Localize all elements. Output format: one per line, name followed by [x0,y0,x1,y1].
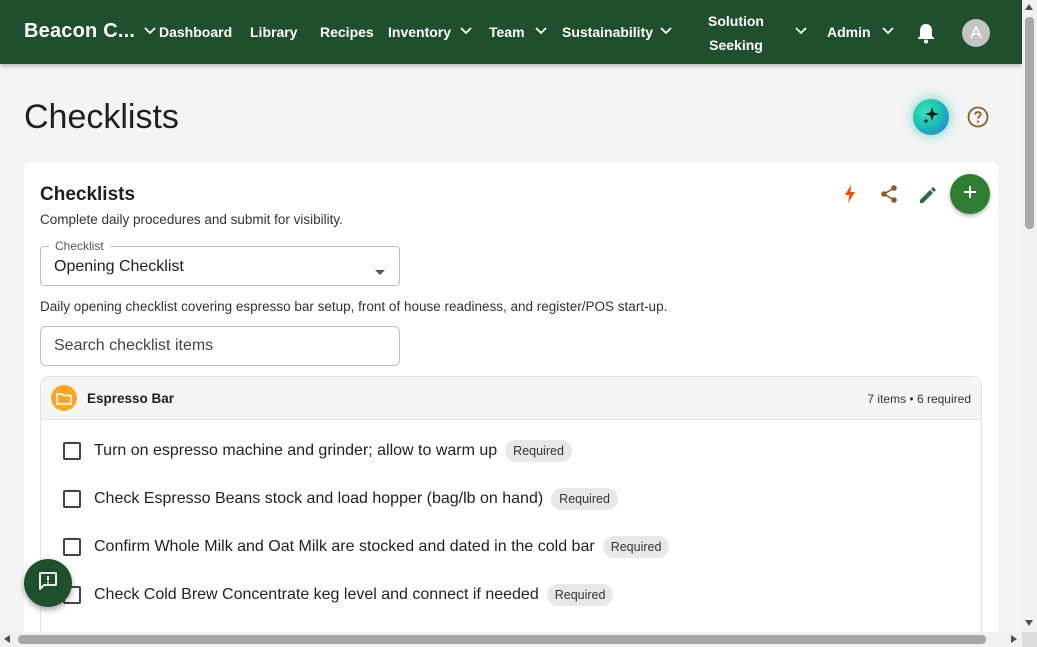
item-text: Turn on espresso machine and grinder; al… [94,442,498,459]
card-title: Checklists [40,184,136,205]
nav-dashboard[interactable]: Dashboard [159,24,232,40]
plus-icon [962,184,978,205]
item-text: Confirm Whole Milk and Oat Milk are stoc… [94,538,595,555]
nav-library[interactable]: Library [250,24,297,40]
checklist-description: Daily opening checklist covering espress… [40,299,668,314]
feedback-button[interactable] [24,559,72,607]
nav-sustainability[interactable]: Sustainability [562,24,653,40]
chevron-down-icon[interactable] [144,24,156,38]
nav-solution-seeking[interactable]: Solution Seeking [708,9,764,57]
checklist-select-label: Checklist [49,239,110,253]
required-badge: Required [551,488,618,510]
scroll-left-arrow[interactable] [4,635,10,643]
checklist-item: Turn on espresso machine and grinder; al… [63,439,572,463]
checklist-item: Check Espresso Beans stock and load hopp… [63,487,618,511]
chevron-down-icon[interactable] [660,24,672,38]
item-text: Check Espresso Beans stock and load hopp… [94,490,544,507]
page-title: Checklists [24,98,179,136]
nav-inventory[interactable]: Inventory [388,24,451,40]
required-badge: Required [546,584,614,606]
nav-recipes[interactable]: Recipes [320,24,374,40]
required-badge: Required [505,440,572,462]
share-icon[interactable] [880,184,898,209]
checklist-item: Confirm Whole Milk and Oat Milk are stoc… [63,535,670,559]
required-badge: Required [602,536,670,558]
folder-icon [51,385,77,411]
card-subtitle: Complete daily procedures and submit for… [40,212,343,227]
chevron-down-icon[interactable] [882,24,894,38]
scroll-right-arrow[interactable] [1011,635,1017,643]
chevron-down-icon[interactable] [460,24,472,38]
checklist-select-value: Opening Checklist [54,258,184,275]
vertical-scrollbar[interactable] [1022,0,1037,632]
help-icon[interactable] [967,106,989,133]
item-checkbox[interactable] [63,490,81,508]
search-input[interactable] [40,326,400,366]
bolt-icon[interactable] [843,184,857,209]
nav-admin[interactable]: Admin [827,24,871,40]
section-count: 7 items • 6 required [867,392,971,406]
feedback-icon [37,570,59,597]
caret-down-icon [375,263,385,281]
nav-solution-line1: Solution [708,13,764,29]
sparkle-icon [920,104,942,131]
top-nav-bar: Beacon C... Dashboard Library Recipes In… [0,0,1022,64]
horizontal-scrollbar[interactable] [0,632,1022,647]
chevron-down-icon[interactable] [535,24,547,38]
nav-solution-line2: Seeking [709,37,763,53]
scroll-up-arrow[interactable] [1025,4,1033,10]
item-checkbox[interactable] [63,538,81,556]
section-espresso-bar: Espresso Bar 7 items • 6 required Turn o… [40,376,982,646]
item-text: Check Cold Brew Concentrate keg level an… [94,586,539,603]
scrollbar-corner [1022,632,1037,647]
checklist-card: Checklists Complete daily procedures and… [24,162,998,646]
section-name: Espresso Bar [87,391,175,406]
horizontal-scroll-thumb[interactable] [18,635,986,644]
vertical-scroll-thumb[interactable] [1025,17,1034,229]
chevron-down-icon[interactable] [795,24,807,38]
nav-team[interactable]: Team [489,24,525,40]
add-checklist-button[interactable] [950,174,990,214]
checklist-select[interactable]: Checklist Opening Checklist [40,239,400,286]
item-checkbox[interactable] [63,442,81,460]
scroll-down-arrow[interactable] [1025,620,1033,626]
bell-icon[interactable] [916,22,936,49]
checklist-item: Check Cold Brew Concentrate keg level an… [63,583,614,607]
brand-name[interactable]: Beacon C... [24,20,135,43]
ai-assistant-button[interactable] [913,99,949,135]
section-header[interactable]: Espresso Bar 7 items • 6 required [41,377,981,420]
edit-icon[interactable] [918,184,936,209]
avatar[interactable]: A [962,19,990,47]
